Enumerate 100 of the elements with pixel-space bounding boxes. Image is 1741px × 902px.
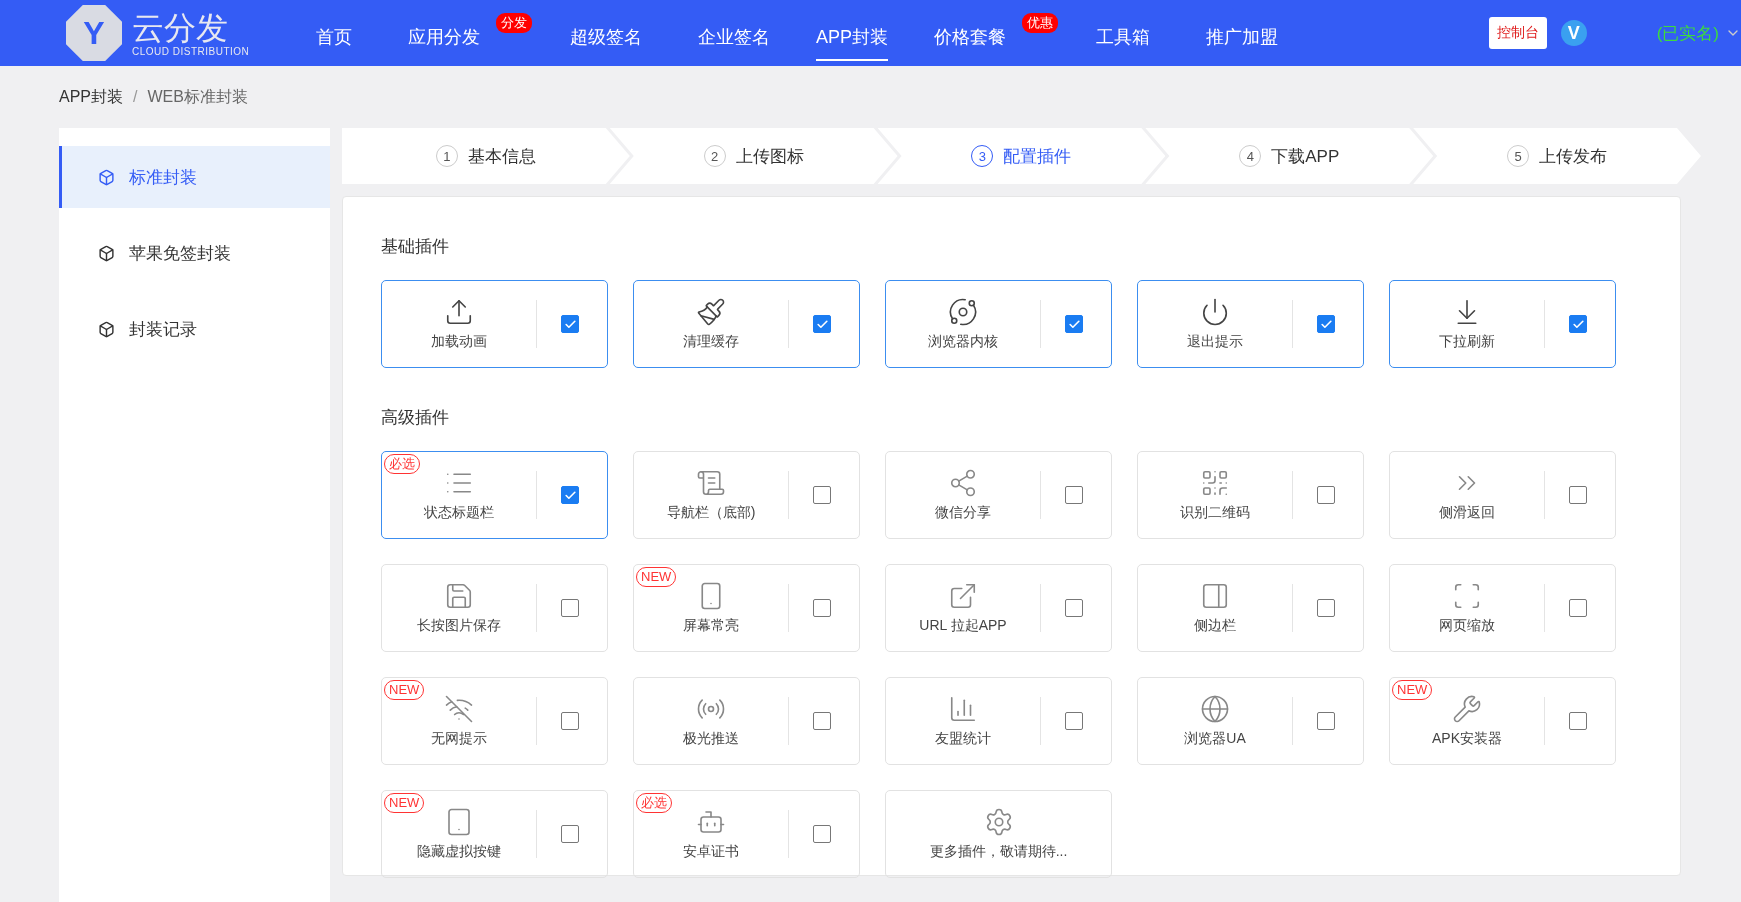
check-icon <box>563 488 577 502</box>
plugin-label: 退出提示 <box>1187 333 1243 351</box>
plugin-badge: NEW <box>384 680 425 700</box>
section-title: 高级插件 <box>381 407 450 429</box>
plugin-label: 识别二维码 <box>1180 504 1250 522</box>
document-icon <box>696 468 726 498</box>
checkbox[interactable] <box>813 315 831 333</box>
breadcrumb-link[interactable]: WEB标准封装 <box>147 86 248 108</box>
nav-link[interactable]: 首页 <box>316 5 352 61</box>
plugin-label: 侧边栏 <box>1194 617 1236 635</box>
sidebar-item-label: 封装记录 <box>129 318 197 341</box>
cube-icon <box>98 244 115 262</box>
nav-link[interactable]: 推广加盟 <box>1206 5 1279 61</box>
checkbox[interactable] <box>1317 599 1335 617</box>
plugin-badge: NEW <box>384 793 425 813</box>
sidebar-item[interactable]: 标准封装 <box>59 146 330 208</box>
step-label: 上传发布 <box>1539 145 1608 168</box>
check-icon <box>815 317 829 331</box>
checkbox[interactable] <box>561 599 579 617</box>
power-icon <box>1200 297 1230 327</box>
plugin-label: 微信分享 <box>935 504 991 522</box>
breadcrumb-separator: / <box>133 88 138 106</box>
nav-link[interactable]: 超级签名 <box>570 5 642 61</box>
step-label: 配置插件 <box>1003 145 1072 168</box>
checkbox[interactable] <box>561 315 579 333</box>
checkbox[interactable] <box>1317 486 1335 504</box>
checkbox[interactable] <box>1569 599 1587 617</box>
user-menu[interactable]: (已实名) <box>1656 21 1741 45</box>
wrench-icon <box>1452 694 1482 724</box>
plugin-label: 友盟统计 <box>935 730 991 748</box>
plugin-label: URL 拉起APP <box>919 617 1007 635</box>
checkbox[interactable] <box>1317 315 1335 333</box>
scan-icon <box>1452 581 1482 611</box>
plugin-label: 状态标题栏 <box>424 504 494 522</box>
sidebar-item-label: 苹果免签封装 <box>129 242 231 265</box>
nav-link[interactable]: APP封装 <box>816 5 889 61</box>
plugin-label: 屏幕常亮 <box>683 617 739 635</box>
plugin-badge: 必选 <box>384 454 420 474</box>
checkbox[interactable] <box>1569 712 1587 730</box>
bar-chart-icon <box>948 694 978 724</box>
checkbox[interactable] <box>1065 315 1083 333</box>
checkbox[interactable] <box>1569 486 1587 504</box>
sidebar-icon <box>1200 581 1230 611</box>
step-label: 下载APP <box>1271 145 1340 168</box>
checkbox[interactable] <box>561 825 579 843</box>
nav-link[interactable]: 企业签名 <box>698 5 770 61</box>
plugin-label: 清理缓存 <box>683 333 739 351</box>
nav-link[interactable]: 工具箱 <box>1096 5 1151 61</box>
share-icon <box>948 468 978 498</box>
plugin-label: 极光推送 <box>683 730 739 748</box>
check-icon <box>563 317 577 331</box>
qr-code-icon <box>1200 468 1230 498</box>
cube-icon <box>98 168 115 186</box>
checkbox[interactable] <box>1065 712 1083 730</box>
check-icon <box>1319 317 1333 331</box>
upload-icon <box>444 297 474 327</box>
logo-icon: Y <box>66 5 122 61</box>
cube-icon <box>98 320 115 338</box>
plugin-badge: 必选 <box>636 793 672 813</box>
checkbox[interactable] <box>561 712 579 730</box>
step-label: 上传图标 <box>735 145 804 168</box>
plugin-label: 安卓证书 <box>683 843 739 861</box>
plugin-label: 更多插件，敬请期待... <box>929 843 1068 861</box>
checkbox[interactable] <box>561 486 579 504</box>
sidebar-item[interactable]: 苹果免签封装 <box>59 222 330 284</box>
sidebar-item-label: 标准封装 <box>129 166 197 189</box>
plugin-label: 侧滑返回 <box>1439 504 1495 522</box>
check-icon <box>1571 317 1585 331</box>
plugin-label: 浏览器UA <box>1184 730 1246 748</box>
plugin-label: 加载动画 <box>431 333 487 351</box>
brush-icon <box>696 297 726 327</box>
globe-icon <box>1200 694 1230 724</box>
plugin-label: 下拉刷新 <box>1439 333 1495 351</box>
nav-badge: 优惠 <box>1022 13 1059 33</box>
checkbox[interactable] <box>1569 315 1587 333</box>
breadcrumb-link[interactable]: APP封装 <box>59 86 123 108</box>
console-button[interactable]: 控制台 <box>1488 17 1547 49</box>
logo-subtitle: CLOUD DISTRIBUTION <box>132 45 250 57</box>
section-title: 基础插件 <box>381 236 450 258</box>
plugin-label: 网页缩放 <box>1439 617 1495 635</box>
checkbox[interactable] <box>813 486 831 504</box>
checkbox[interactable] <box>1065 486 1083 504</box>
checkbox[interactable] <box>813 712 831 730</box>
plugin-badge: NEW <box>636 567 677 587</box>
logo-title: 云分发 <box>132 9 229 46</box>
plugin-label: 浏览器内核 <box>928 333 998 351</box>
plugin-label: APK安装器 <box>1432 730 1502 748</box>
checkbox[interactable] <box>1317 712 1335 730</box>
checkbox[interactable] <box>813 599 831 617</box>
planet-icon <box>948 297 978 327</box>
plugin-badge: NEW <box>1392 680 1433 700</box>
sidebar-item[interactable]: 封装记录 <box>59 298 330 360</box>
check-icon <box>1067 317 1081 331</box>
checkbox[interactable] <box>813 825 831 843</box>
external-link-icon <box>948 581 978 611</box>
nav-badge: 分发 <box>496 13 532 33</box>
checkbox[interactable] <box>1065 599 1083 617</box>
step-label: 基本信息 <box>467 145 536 168</box>
plugin-label: 无网提示 <box>431 730 487 748</box>
vip-badge: V <box>1560 20 1587 46</box>
